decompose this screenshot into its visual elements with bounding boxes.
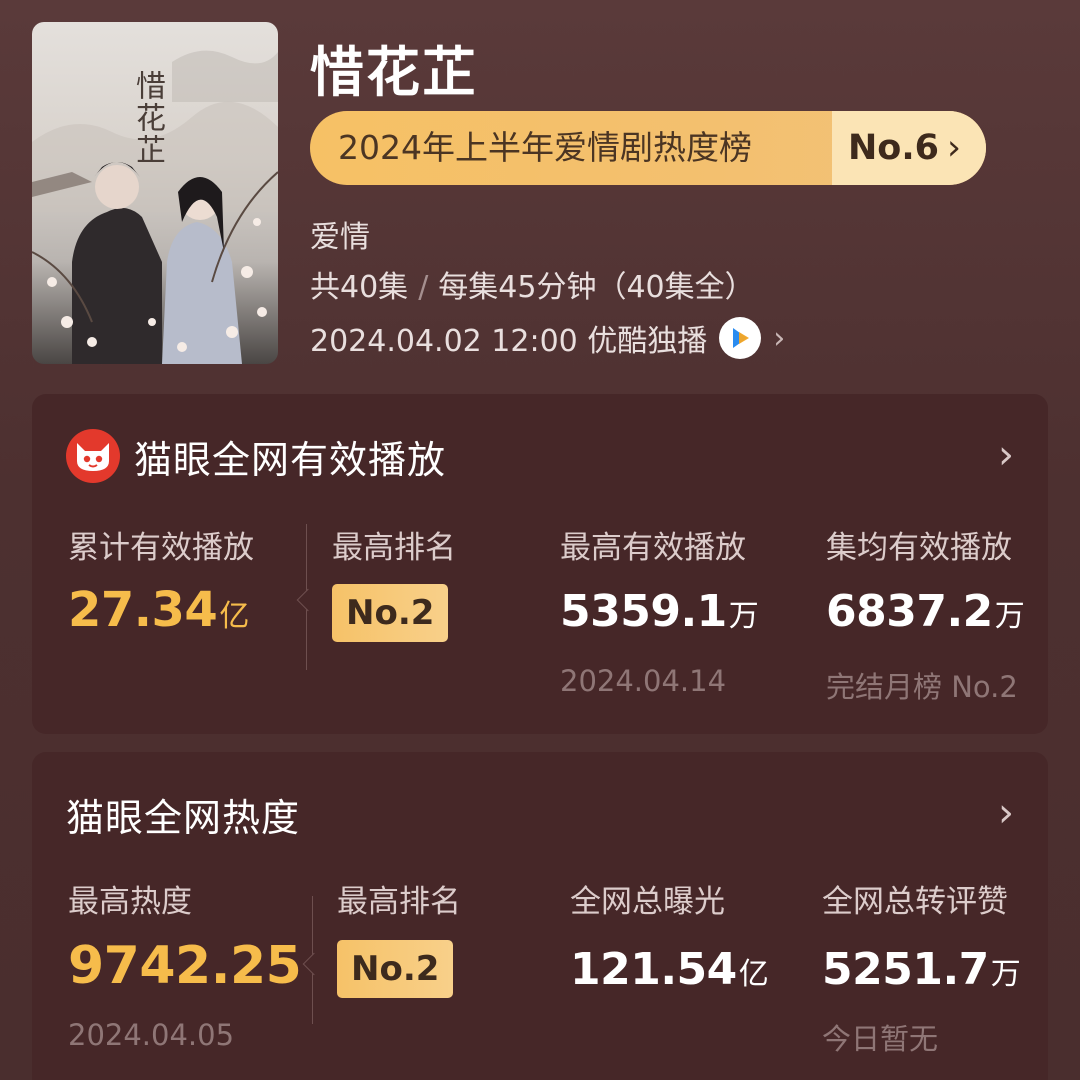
exposure-number: 121.54 (570, 944, 737, 995)
peak-plays-unit: 万 (728, 599, 759, 634)
cumulative-plays-number: 27.34 (68, 582, 218, 638)
ranking-number-block: No.6 › (832, 111, 986, 185)
heat-best-rank-label: 最高排名 (337, 884, 461, 920)
heat-best-rank-badge: No.2 (337, 940, 454, 998)
plays-card: 猫眼全网有效播放 › 累计有效播放 27.34亿 最高排名 No.2 最高有效播… (32, 394, 1048, 734)
heat-card: 猫眼全网热度 › 最高热度 9742.25 2024.04.05 最高排名 No… (32, 752, 1048, 1080)
plays-card-title: 猫眼全网有效播放 (134, 437, 447, 482)
exposure-unit: 亿 (738, 957, 769, 992)
ranking-pill[interactable]: 2024年上半年爱情剧热度榜 No.6 › (310, 111, 986, 185)
exposure-label: 全网总曝光 (570, 884, 725, 920)
drama-poster[interactable]: 惜花芷 (32, 22, 278, 364)
peak-heat-label: 最高热度 (68, 884, 192, 920)
ranking-label: 2024年上半年爱情剧热度榜 (338, 128, 752, 167)
engagement-value: 5251.7万 (822, 944, 1021, 995)
episode-count: 共40集 (310, 270, 409, 305)
peak-plays-number: 5359.1 (560, 586, 727, 637)
peak-heat-date: 2024.04.05 (68, 1018, 235, 1052)
maoyan-cat-icon (66, 429, 120, 483)
avg-plays-label: 集均有效播放 (826, 530, 1012, 566)
release-text: 2024.04.02 12:00 优酷独播 (310, 324, 708, 359)
best-rank-badge: No.2 (332, 584, 449, 642)
heat-card-header[interactable]: 猫眼全网热度 › (32, 752, 1048, 876)
cumulative-plays-label: 累计有效播放 (68, 530, 254, 566)
ranking-number: No.6 (848, 128, 939, 168)
chevron-right-icon: › (773, 320, 786, 356)
chevron-right-icon: › (998, 790, 1014, 836)
episode-duration: 每集45分钟（40集全） (438, 270, 755, 305)
avg-plays-note: 完结月榜 No.2 (826, 670, 1018, 704)
engagement-note: 今日暂无 (822, 1022, 939, 1056)
divider-notch (296, 588, 320, 612)
peak-plays-value: 5359.1万 (560, 586, 759, 637)
cumulative-plays-unit: 亿 (219, 599, 250, 634)
engagement-unit: 万 (990, 957, 1021, 992)
avg-plays-number: 6837.2 (826, 586, 993, 637)
poster-title: 惜花芷 (130, 70, 165, 166)
peak-plays-date: 2024.04.14 (560, 664, 727, 698)
peak-heat-number: 9742.25 (68, 936, 302, 996)
avg-plays-value: 6837.2万 (826, 586, 1025, 637)
exposure-value: 121.54亿 (570, 944, 769, 995)
peak-plays-label: 最高有效播放 (560, 530, 746, 566)
episode-info: 共40集 / 每集45分钟（40集全） (310, 262, 755, 306)
cumulative-plays-value: 27.34亿 (68, 582, 249, 638)
release-info[interactable]: 2024.04.02 12:00 优酷独播 › (310, 316, 785, 360)
chevron-right-icon: › (947, 128, 961, 168)
youku-icon (719, 317, 762, 359)
genre: 爱情 (310, 220, 370, 255)
chevron-right-icon: › (998, 432, 1014, 478)
heat-card-title: 猫眼全网热度 (66, 795, 301, 840)
engagement-number: 5251.7 (822, 944, 989, 995)
best-rank-label: 最高排名 (332, 530, 456, 566)
plays-card-header[interactable]: 猫眼全网有效播放 › (32, 394, 1048, 518)
separator: / (418, 270, 429, 305)
drama-title: 惜花芷 (310, 41, 478, 104)
avg-plays-unit: 万 (994, 599, 1025, 634)
peak-heat-value: 9742.25 (68, 936, 302, 996)
divider-notch (302, 952, 326, 976)
engagement-label: 全网总转评赞 (822, 884, 1008, 920)
